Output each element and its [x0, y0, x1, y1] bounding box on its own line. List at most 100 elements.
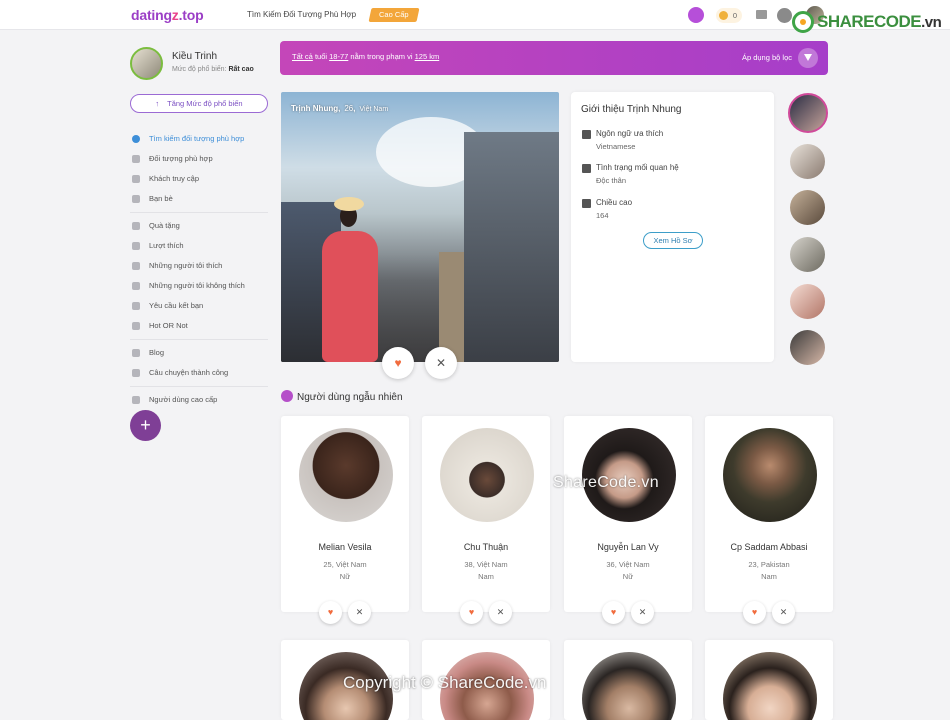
user-card[interactable] — [564, 640, 692, 720]
sharecode-watermark-logo: SHARECODE.vn — [792, 10, 942, 34]
user-thumbnail[interactable] — [790, 190, 825, 225]
user-name[interactable]: Chu Thuận — [422, 542, 550, 552]
user-plus-icon — [132, 302, 140, 310]
card-pass-button[interactable]: ✕ — [348, 601, 371, 624]
user-thumbnail[interactable] — [788, 93, 828, 133]
nav-find-match[interactable]: Tìm Kiếm Đối Tượng Phù Hợp — [247, 10, 356, 19]
sidebar-item-visitors[interactable]: Khách truy cập — [130, 169, 268, 189]
filter-summary: Tất cả tuổi 18-77 nằm trong phạm vi 125 … — [292, 52, 440, 61]
coin-balance[interactable]: 0 — [716, 8, 742, 23]
card-like-button[interactable]: ♥ — [319, 601, 342, 624]
card-like-button[interactable]: ♥ — [602, 601, 625, 624]
user-location: 38, Việt Nam — [464, 560, 508, 569]
user-avatar[interactable] — [723, 428, 817, 522]
sidebar-item-success-stories[interactable]: Câu chuyện thành công — [130, 363, 268, 383]
match-icon — [132, 155, 140, 163]
messages-icon[interactable] — [756, 10, 767, 19]
boost-popularity-button[interactable]: ↑ Tăng Mức độ phổ biến — [130, 94, 268, 113]
menu-divider — [130, 339, 268, 340]
filter-bar: Tất cả tuổi 18-77 nằm trong phạm vi 125 … — [280, 41, 828, 75]
user-card[interactable]: Cp Saddam Abbasi 23, Pakistan Nam ♥ ✕ — [705, 416, 833, 624]
fire-icon — [132, 322, 140, 330]
user-location: 36, Việt Nam — [606, 560, 650, 569]
filter-radius[interactable]: 125 km — [415, 52, 440, 61]
user-thumbnail[interactable] — [790, 284, 825, 319]
sidebar-item-premium-users[interactable]: Người dùng cao cấp — [130, 390, 268, 410]
card-like-button[interactable]: ♥ — [743, 601, 766, 624]
card-pass-button[interactable]: ✕ — [489, 601, 512, 624]
arrow-up-icon: ↑ — [155, 99, 160, 108]
blog-icon — [132, 349, 140, 357]
sidebar-item-matches[interactable]: Đối tượng phù hợp — [130, 149, 268, 169]
search-people-icon — [132, 135, 140, 143]
heart-icon — [132, 242, 140, 250]
users-icon — [281, 390, 293, 402]
featured-age: 26 — [344, 104, 354, 113]
sidebar-item-blog[interactable]: Blog — [130, 343, 268, 363]
user-gender: Nữ — [622, 572, 634, 581]
user-thumbnail[interactable] — [790, 237, 825, 272]
card-pass-button[interactable]: ✕ — [631, 601, 654, 624]
boost-lightning-icon[interactable] — [688, 7, 704, 23]
profile-name[interactable]: Kiều Trinh — [172, 51, 217, 62]
popularity-text: Mức độ phổ biến: Rất cao — [172, 66, 254, 73]
sidebar-menu: Tìm kiếm đối tượng phù hợp Đối tượng phù… — [130, 129, 268, 410]
watermark-center: ShareCode.vn — [553, 474, 659, 491]
pass-button[interactable]: ✕ — [425, 347, 457, 379]
menu-divider — [130, 386, 268, 387]
sidebar-item-find-match[interactable]: Tìm kiếm đối tượng phù hợp — [130, 129, 268, 149]
apply-filter-label[interactable]: Áp dụng bộ lọc — [742, 53, 792, 62]
menu-divider — [130, 212, 268, 213]
user-location: 23, Pakistan — [748, 560, 790, 569]
user-thumbnail[interactable] — [790, 144, 825, 179]
sidebar-item-hot-or-not[interactable]: Hot OR Not — [130, 316, 268, 336]
user-gender: Nữ — [339, 572, 351, 581]
book-icon — [132, 369, 140, 377]
like-button[interactable]: ♥ — [382, 347, 414, 379]
sidebar-item-friends[interactable]: Bạn bè — [130, 189, 268, 209]
user-avatar[interactable] — [582, 652, 676, 720]
featured-name[interactable]: Trịnh Nhung — [291, 104, 338, 113]
featured-caption: Trịnh Nhung, 26, Việt Nam — [291, 104, 389, 113]
user-name[interactable]: Melian Vesila — [281, 542, 409, 552]
user-card[interactable]: Melian Vesila 25, Việt Nam Nữ ♥ ✕ — [281, 416, 409, 624]
view-profile-button[interactable]: Xem Hồ Sơ — [643, 232, 703, 249]
user-avatar[interactable] — [440, 428, 534, 522]
add-premium-user-button[interactable]: + — [130, 410, 161, 441]
translate-icon — [582, 130, 591, 139]
featured-user-photo[interactable]: Trịnh Nhung, 26, Việt Nam — [281, 92, 559, 362]
filter-funnel-icon[interactable] — [798, 48, 818, 68]
sidebar-item-gifts[interactable]: Quà tặng — [130, 216, 268, 236]
about-panel: Giới thiệu Trịnh Nhung Ngôn ngữ ưa thích… — [571, 92, 774, 362]
friends-icon — [132, 195, 140, 203]
filter-gender-all[interactable]: Tất cả — [292, 52, 313, 61]
sharecode-logo-icon — [792, 11, 814, 33]
featured-person — [316, 197, 381, 362]
user-avatar[interactable] — [723, 652, 817, 720]
sidebar-item-people-i-like[interactable]: Những người tôi thích — [130, 256, 268, 276]
card-pass-button[interactable]: ✕ — [772, 601, 795, 624]
coin-icon — [719, 11, 728, 20]
gift-icon — [132, 222, 140, 230]
user-like-icon — [132, 262, 140, 270]
nav-premium-button[interactable]: Cao Cấp — [368, 8, 420, 22]
user-avatar[interactable] — [299, 428, 393, 522]
user-thumbnail[interactable] — [790, 330, 825, 365]
sidebar-item-likes[interactable]: Lượt thích — [130, 236, 268, 256]
user-gender: Nam — [478, 572, 494, 581]
profile-avatar[interactable] — [130, 47, 163, 80]
user-name[interactable]: Cp Saddam Abbasi — [705, 542, 833, 552]
user-card[interactable]: Chu Thuận 38, Việt Nam Nam ♥ ✕ — [422, 416, 550, 624]
filter-age-range[interactable]: 18-77 — [329, 52, 348, 61]
sidebar-item-people-i-dislike[interactable]: Những người tôi không thích — [130, 276, 268, 296]
card-like-button[interactable]: ♥ — [460, 601, 483, 624]
user-card[interactable]: Nguyễn Lan Vy 36, Việt Nam Nữ ♥ ✕ — [564, 416, 692, 624]
user-name[interactable]: Nguyễn Lan Vy — [564, 542, 692, 552]
sidebar-item-friend-requests[interactable]: Yêu cầu kết bạn — [130, 296, 268, 316]
site-logo[interactable]: datingz.top — [131, 7, 204, 23]
height-icon — [582, 199, 591, 208]
watermark-copyright: Copyright © ShareCode.vn — [343, 673, 547, 692]
user-card[interactable] — [705, 640, 833, 720]
notifications-icon[interactable] — [777, 8, 792, 23]
star-icon — [132, 396, 140, 404]
